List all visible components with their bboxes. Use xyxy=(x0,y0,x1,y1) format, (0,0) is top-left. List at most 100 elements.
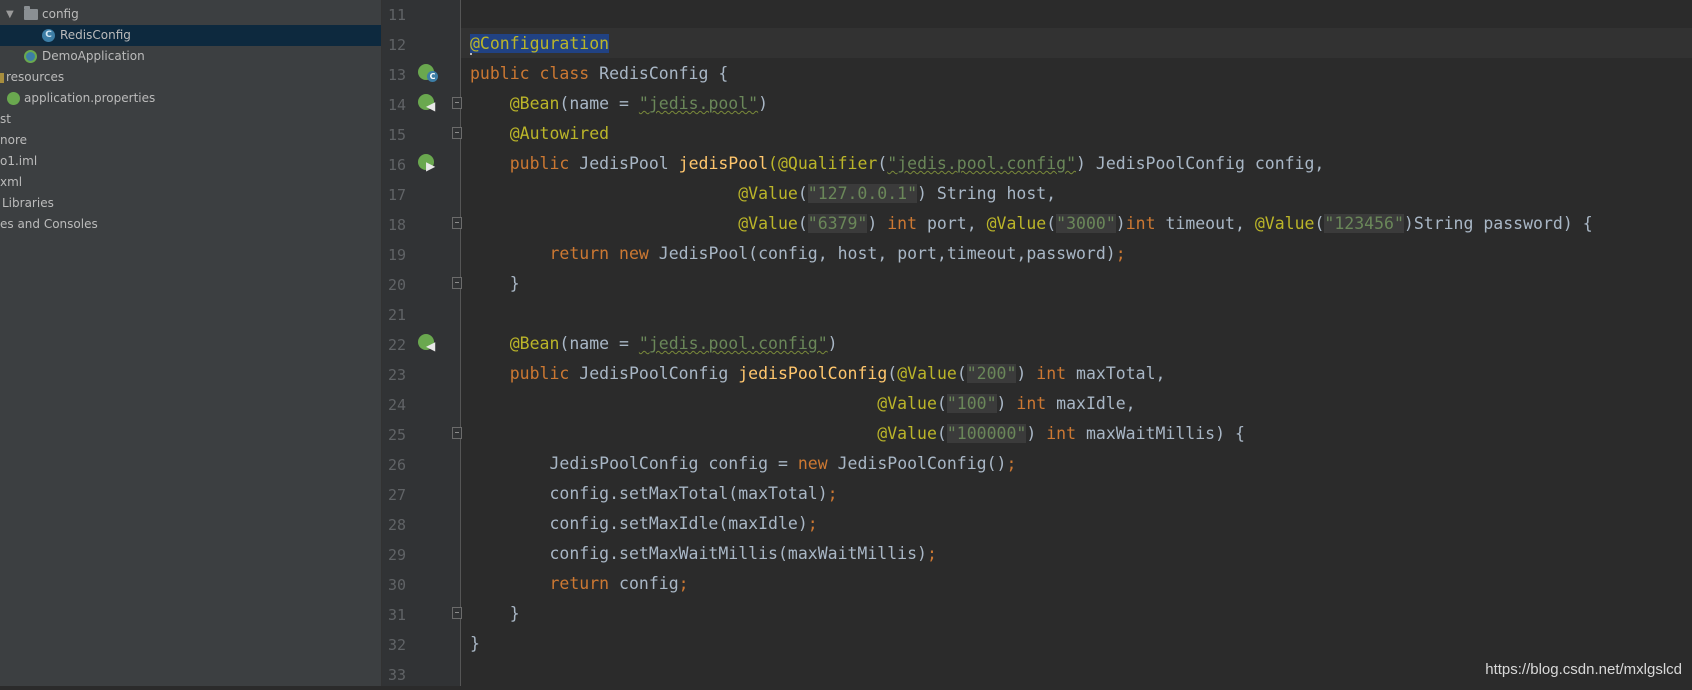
line-number: 25 xyxy=(387,426,406,444)
code-text: ) xyxy=(758,94,769,113)
annotation: (@Qualifier xyxy=(768,154,878,173)
code-text: } xyxy=(470,634,480,653)
tree-item-redisconfig[interactable]: C RedisConfig xyxy=(0,25,381,46)
keyword: int xyxy=(1125,214,1156,233)
string-literal: "3000" xyxy=(1056,214,1116,233)
annotation: @Value xyxy=(986,214,1047,233)
spring-bean-class-icon[interactable]: C xyxy=(418,64,438,84)
string-literal: "6379" xyxy=(807,214,868,233)
code-text: } xyxy=(509,274,520,293)
code-line-18[interactable]: @Value("6379") int port, @Value("3000")i… xyxy=(470,209,1593,239)
code-line-16[interactable]: public JedisPool jedisPool(@Qualifier("j… xyxy=(470,149,1325,179)
code-text: config xyxy=(609,574,679,593)
tree-item-iml[interactable]: o1.iml xyxy=(0,151,381,172)
editor-gutter[interactable]: 11 12 13 14 15 16 17 18 19 20 21 22 23 2… xyxy=(382,0,462,686)
tree-item-resources[interactable]: resources xyxy=(0,67,381,88)
code-line-22[interactable]: @Bean(name = "jedis.pool.config") xyxy=(470,329,838,359)
code-line-13[interactable]: public class RedisConfig { xyxy=(470,59,728,89)
code-text: ( xyxy=(1314,214,1325,233)
code-line-31[interactable]: } xyxy=(470,599,520,629)
keyword: class xyxy=(539,64,590,83)
arrow-left-icon: ◀ xyxy=(426,339,436,353)
code-text: ) xyxy=(1016,364,1037,383)
navigate-to-bean-usage-icon[interactable]: ◀ xyxy=(418,334,438,354)
tree-item-demoapplication[interactable]: DemoApplication xyxy=(0,46,381,67)
code-text: ) xyxy=(1026,424,1047,443)
watermark-url: https://blog.csdn.net/mxlgslcd xyxy=(1485,661,1682,678)
code-line-28[interactable]: config.setMaxIdle(maxIdle); xyxy=(470,509,817,539)
code-text: JedisPoolConfig() xyxy=(827,454,1007,473)
tree-item-label: resources xyxy=(6,70,65,84)
code-text: config.setMaxTotal(maxTotal) xyxy=(549,484,828,503)
code-editor[interactable]: @Configuration public class RedisConfig … xyxy=(461,0,1692,686)
keyword: int xyxy=(1036,364,1067,383)
code-line-30[interactable]: return config; xyxy=(470,569,688,599)
tree-item-external-libraries[interactable]: Libraries xyxy=(0,193,381,214)
string-literal: "jedis.pool.config" xyxy=(887,154,1077,173)
code-text: ( xyxy=(887,364,898,383)
tree-item-config[interactable]: ▼ config xyxy=(0,4,381,25)
string-literal: "127.0.0.1" xyxy=(807,184,918,203)
navigate-to-bean-usage-icon[interactable]: ◀ xyxy=(418,94,438,114)
code-line-20[interactable]: } xyxy=(470,269,520,299)
code-text: )String password) { xyxy=(1403,214,1593,233)
line-number: 24 xyxy=(387,396,406,414)
keyword: int xyxy=(1046,424,1077,443)
project-tool-window: ▼ config C RedisConfig DemoApplication r… xyxy=(0,0,382,686)
code-line-12[interactable]: @Configuration xyxy=(470,29,610,59)
tree-item-pom-xml[interactable]: xml xyxy=(0,172,381,193)
code-line-29[interactable]: config.setMaxWaitMillis(maxWaitMillis); xyxy=(470,539,936,569)
code-text: JedisPoolConfig xyxy=(569,364,739,383)
line-number: 32 xyxy=(387,636,406,654)
code-line-19[interactable]: return new JedisPool(config, host, port,… xyxy=(470,239,1126,269)
tree-item-scratches[interactable]: es and Consoles xyxy=(0,214,381,235)
semicolon: ; xyxy=(827,484,838,503)
annotation: @Value xyxy=(738,214,798,233)
keyword: int xyxy=(887,214,918,233)
folder-icon xyxy=(24,6,38,20)
tree-item-test[interactable]: st xyxy=(0,109,381,130)
tree-item-label: xml xyxy=(0,175,23,189)
annotation: @Value xyxy=(1254,214,1315,233)
line-number: 21 xyxy=(387,306,406,324)
line-number: 12 xyxy=(387,36,406,54)
line-number: 14 xyxy=(387,96,406,114)
code-line-24[interactable]: @Value("100") int maxIdle, xyxy=(470,389,1136,419)
code-text: } xyxy=(509,604,520,623)
string-literal: "jedis.pool" xyxy=(638,94,759,113)
tree-item-label: st xyxy=(0,112,11,126)
java-class-icon: C xyxy=(42,29,55,42)
keyword: public xyxy=(509,154,570,173)
code-line-32[interactable]: } xyxy=(470,629,480,659)
annotation-configuration: @Configuration xyxy=(470,34,610,53)
code-line-14[interactable]: @Bean(name = "jedis.pool") xyxy=(470,89,768,119)
semicolon: ; xyxy=(1115,244,1126,263)
tree-item-label: o1.iml xyxy=(0,154,38,168)
tree-item-label: es and Consoles xyxy=(0,217,98,231)
tree-item-application-properties[interactable]: application.properties xyxy=(0,88,381,109)
code-line-17[interactable]: @Value("127.0.0.1") String host, xyxy=(470,179,1056,209)
annotation: @Value xyxy=(877,424,937,443)
tree-item-gitignore[interactable]: nore xyxy=(0,130,381,151)
code-text: ) JedisPoolConfig config, xyxy=(1076,154,1325,173)
annotation: @Bean xyxy=(509,334,560,353)
code-line-23[interactable]: public JedisPoolConfig jedisPoolConfig(@… xyxy=(470,359,1165,389)
line-number: 13 xyxy=(387,66,406,84)
code-text: ) xyxy=(827,334,838,353)
annotation: @Value xyxy=(877,394,937,413)
method-name: jedisPoolConfig xyxy=(738,364,888,383)
tree-item-label: RedisConfig xyxy=(60,28,131,42)
navigate-to-autowired-icon[interactable]: ▶ xyxy=(418,154,438,174)
code-text: ) xyxy=(996,394,1017,413)
code-line-25[interactable]: @Value("100000") int maxWaitMillis) { xyxy=(470,419,1245,449)
line-number: 18 xyxy=(387,216,406,234)
code-line-26[interactable]: JedisPoolConfig config = new JedisPoolCo… xyxy=(470,449,1016,479)
annotation: @Autowired xyxy=(509,124,610,143)
collapse-arrow-icon[interactable]: ▼ xyxy=(6,4,14,25)
code-line-27[interactable]: config.setMaxTotal(maxTotal); xyxy=(470,479,838,509)
tree-item-label: config xyxy=(42,7,79,21)
code-line-15[interactable]: @Autowired xyxy=(470,119,609,149)
arrow-left-icon: ◀ xyxy=(426,99,436,113)
keyword: return xyxy=(549,244,610,263)
keyword: public xyxy=(470,64,530,83)
